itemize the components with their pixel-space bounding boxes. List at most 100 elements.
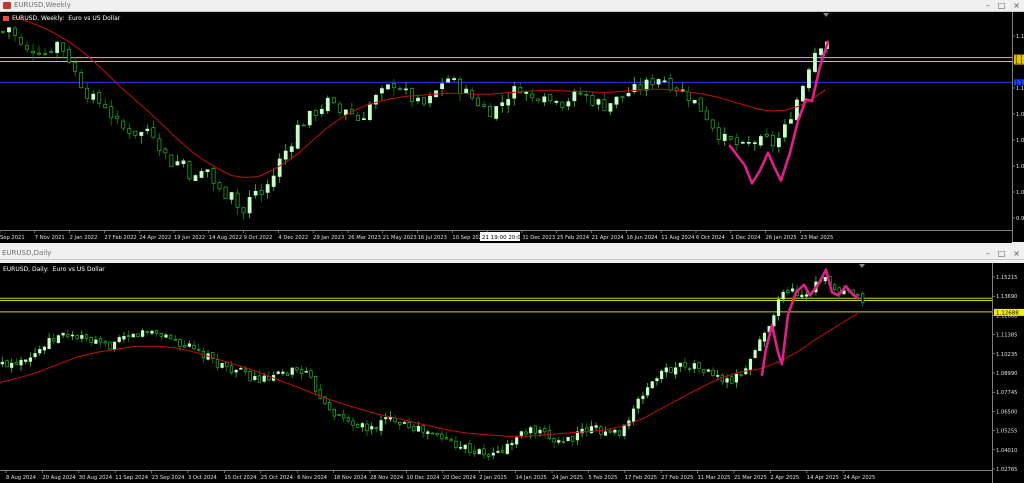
candle-body: [426, 431, 430, 434]
candle-body: [337, 414, 341, 416]
daily-titlebar[interactable]: EURUSD,Daily – □ ×: [0, 248, 1024, 260]
candle-body: [277, 158, 282, 177]
candle: [458, 76, 463, 102]
candle: [688, 366, 692, 373]
candle-body: [25, 45, 29, 50]
candle: [70, 330, 75, 341]
candle-body: [428, 95, 432, 104]
candle: [42, 345, 47, 355]
candle-body: [698, 97, 703, 112]
close-icon[interactable]: ×: [1013, 0, 1020, 11]
candle-body: [711, 369, 715, 376]
candle-body: [608, 103, 613, 112]
candle-body: [199, 170, 204, 178]
candle-body: [183, 344, 187, 348]
candle-body: [386, 84, 390, 90]
candle: [342, 409, 346, 423]
candle: [141, 328, 145, 338]
daily-time-axis[interactable]: 8 Aug 2024 20 Aug 2024 30 Aug 2024 11 Sep 2…: [0, 470, 992, 483]
time-tick-label: 5 Feb 2025: [588, 475, 617, 481]
candle-body: [98, 338, 103, 343]
candle-body: [38, 349, 42, 354]
daily-chart-window[interactable]: EURUSD,Daily – □ × EURUSD, Daily: Euro vs…: [0, 248, 1024, 483]
candle-body: [356, 424, 360, 428]
candle: [789, 111, 793, 125]
time-tick-label: 2 Jan 2022: [70, 235, 98, 241]
weekly-titlebar[interactable]: EURUSD,Weekly – □ ×: [0, 0, 1024, 12]
maximize-icon[interactable]: □: [998, 248, 1006, 259]
candle-body: [697, 362, 701, 369]
candle-body: [84, 334, 89, 339]
candle-body: [861, 292, 865, 304]
weekly-chart-window[interactable]: EURUSD,Weekly – □ × EURUSD, Weekly: Euro …: [0, 0, 1024, 243]
time-tick-label: 29 Jan 2023: [313, 235, 344, 241]
candle-body: [764, 133, 769, 137]
candle: [407, 417, 411, 429]
candle-body: [178, 339, 182, 347]
candle-body: [33, 353, 37, 358]
candle-body: [257, 375, 262, 383]
candle: [235, 188, 240, 215]
price-level-tag-label: 1.1: [1015, 60, 1023, 66]
minimize-icon[interactable]: –: [986, 248, 990, 259]
candle-body: [61, 332, 65, 336]
candle-body: [47, 338, 51, 350]
candle-body: [739, 374, 743, 377]
time-tick-label: 23 Mar 2025: [800, 235, 833, 241]
candle: [660, 369, 664, 383]
candle: [380, 85, 384, 101]
candle-body: [141, 330, 145, 337]
candle: [10, 358, 14, 373]
candle-body: [271, 175, 276, 187]
candle: [328, 398, 332, 411]
candle: [560, 101, 565, 111]
candle-body: [638, 84, 643, 90]
daily-price-axis[interactable]: 1.15215 1.13690 1.12688 1.11385 1.10235 1.089…: [992, 263, 1024, 483]
weekly-symbol: EURUSD: [12, 15, 38, 22]
time-tick-label: 23 Sep 2024: [152, 475, 186, 481]
candle-body: [644, 79, 649, 91]
candle: [752, 140, 757, 151]
weekly-price-axis[interactable]: 1.11.11.11.01.01.01.00.91.11.11.1: [1012, 12, 1024, 242]
close-icon[interactable]: ×: [1013, 248, 1020, 259]
candle-body: [365, 423, 369, 432]
current-price-tag-label: 1.12688: [996, 310, 1019, 316]
candle-body: [223, 186, 228, 199]
price-tick-label: 1.0: [1016, 164, 1024, 170]
candle: [734, 133, 739, 151]
candle-body: [187, 343, 191, 347]
candle-body: [578, 92, 583, 95]
candle-body: [660, 370, 664, 380]
candle: [145, 124, 150, 135]
candle: [332, 407, 336, 421]
candle: [632, 76, 637, 94]
candle: [94, 335, 98, 344]
candle-body: [650, 381, 654, 389]
candle-body: [662, 80, 667, 83]
candle-body: [217, 182, 222, 190]
candle: [121, 118, 126, 131]
candle: [739, 372, 743, 378]
candle: [277, 152, 282, 183]
candle: [758, 336, 762, 352]
candle: [638, 77, 643, 96]
candle: [813, 47, 817, 73]
candle: [596, 97, 601, 111]
candle-body: [265, 184, 270, 193]
weekly-plot-area[interactable]: EURUSD, Weekly: Euro vs US Dollar: [0, 12, 1012, 230]
candle-body: [488, 106, 493, 117]
candle-body: [819, 48, 823, 56]
maximize-icon[interactable]: □: [998, 0, 1006, 11]
weekly-time-axis[interactable]: Sep 2021 7 Nov 2021 2 Jan 2022 27 Feb 2022 2…: [0, 230, 1012, 243]
candle: [692, 359, 696, 373]
candle: [669, 366, 673, 374]
daily-plot-area[interactable]: EURUSD, Daily: Euro vs US Dollar: [0, 263, 992, 470]
candle: [131, 333, 135, 338]
minimize-icon[interactable]: –: [986, 0, 990, 11]
candle: [52, 333, 56, 345]
candle-body: [416, 97, 420, 102]
candle: [61, 42, 66, 59]
candle-body: [608, 430, 612, 433]
candle: [295, 119, 300, 150]
candle: [608, 429, 612, 434]
